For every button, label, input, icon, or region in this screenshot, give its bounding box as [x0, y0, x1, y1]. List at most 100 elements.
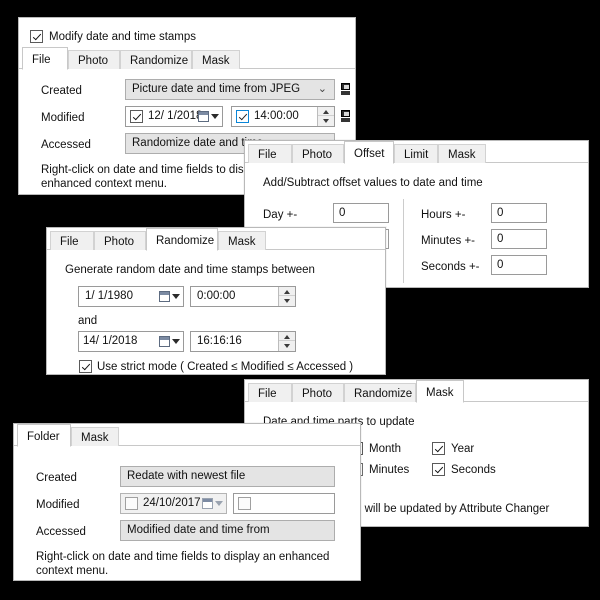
randomize-from-time-value: 0:00:00 — [197, 290, 236, 302]
calendar-icon[interactable] — [196, 107, 220, 126]
tab-photo[interactable]: Photo — [68, 50, 120, 69]
offset-day-input[interactable]: 0 — [333, 203, 389, 223]
tab-limit[interactable]: Limit — [394, 144, 438, 163]
folder-modified-time-field[interactable] — [233, 493, 335, 514]
offset-day-label: Day +- — [263, 209, 298, 221]
offset-panel-tabstrip: File Photo Offset Limit Mask — [245, 141, 588, 164]
folder-accessed-combo[interactable]: Modified date and time from — [120, 520, 335, 541]
tab-file[interactable]: File — [22, 47, 68, 70]
folder-modified-date-checkbox[interactable] — [125, 497, 138, 510]
mask-panel-tabstrip: File Photo Randomize Mask — [245, 380, 588, 403]
spinner-down-icon[interactable] — [279, 342, 295, 351]
randomize-from-time-field[interactable]: 0:00:00 — [190, 286, 296, 307]
mask-seconds-checkbox[interactable] — [432, 463, 445, 476]
mask-minutes-label: Minutes — [369, 464, 410, 476]
randomize-to-time-spinner[interactable] — [278, 332, 295, 351]
mask-month-label: Month — [369, 443, 401, 455]
offset-seconds-input[interactable]: 0 — [491, 255, 547, 275]
randomize-from-time-spinner[interactable] — [278, 287, 295, 306]
modified-time-checkbox[interactable] — [236, 110, 249, 123]
tab-offset[interactable]: Offset — [344, 141, 394, 164]
check-tick-icon — [81, 359, 92, 372]
randomize-from-date-value: 1/ 1/1980 — [85, 290, 133, 302]
folder-modified-date-field[interactable]: 24/10/2017 — [120, 493, 227, 514]
randomize-panel-tabstrip: File Photo Randomize Mask — [47, 228, 385, 251]
tab-file[interactable]: File — [248, 383, 292, 402]
tab-mask[interactable]: Mask — [192, 50, 240, 69]
tab-folder[interactable]: Folder — [17, 424, 71, 447]
tab-randomize[interactable]: Randomize — [344, 383, 416, 402]
tab-mask[interactable]: Mask — [416, 380, 464, 403]
tab-file[interactable]: File — [50, 231, 94, 250]
folder-created-combo[interactable]: Redate with newest file — [120, 466, 335, 487]
tab-mask[interactable]: Mask — [438, 144, 486, 163]
randomize-to-date-value: 14/ 1/2018 — [83, 335, 138, 347]
offset-column-divider — [403, 199, 404, 283]
mask-year-checkbox[interactable] — [432, 442, 445, 455]
accessed-label: Accessed — [41, 139, 91, 151]
folder-tab-body: Created Redate with newest file Modified… — [14, 446, 360, 580]
spinner-up-icon[interactable] — [279, 332, 295, 341]
offset-minutes-label: Minutes +- — [421, 235, 476, 247]
calendar-icon[interactable] — [157, 287, 181, 306]
check-tick-icon — [132, 109, 143, 122]
offset-hours-input[interactable]: 0 — [491, 203, 547, 223]
folder-panel-hint: Right-click on date and time fields to d… — [36, 551, 330, 577]
randomize-to-date-field[interactable]: 14/ 1/2018 — [78, 331, 184, 352]
spinner-down-icon[interactable] — [318, 117, 334, 126]
tab-randomize[interactable]: Randomize — [146, 228, 218, 251]
tab-photo[interactable]: Photo — [94, 231, 146, 250]
modify-date-time-checkbox[interactable] — [30, 30, 43, 43]
tab-randomize[interactable]: Randomize — [120, 50, 192, 69]
spinner-up-icon[interactable] — [318, 107, 334, 116]
tab-file[interactable]: File — [248, 144, 292, 163]
modified-label: Modified — [41, 112, 85, 124]
offset-hours-label: Hours +- — [421, 209, 466, 221]
mask-year-label: Year — [451, 443, 475, 455]
check-tick-icon — [434, 462, 445, 475]
offset-minutes-input[interactable]: 0 — [491, 229, 547, 249]
randomize-to-time-value: 16:16:16 — [197, 335, 242, 347]
strict-mode-label: Use strict mode ( Created ≤ Modified ≤ A… — [97, 361, 354, 373]
folder-accessed-label: Accessed — [36, 526, 86, 538]
check-tick-icon — [238, 109, 249, 122]
folder-modified-label: Modified — [36, 499, 80, 511]
randomize-to-time-field[interactable]: 16:16:16 — [190, 331, 296, 352]
calendar-icon[interactable] — [157, 332, 181, 351]
folder-accessed-combo-value: Modified date and time from — [127, 524, 270, 536]
folder-modified-time-checkbox[interactable] — [238, 497, 251, 510]
created-combo-value: Picture date and time from JPEG — [132, 83, 301, 95]
spinner-up-icon[interactable] — [279, 287, 295, 296]
modified-time-field[interactable]: 14:00:00 — [231, 106, 335, 127]
modified-save-disk-icon[interactable] — [341, 110, 350, 122]
randomize-tab-body: Generate random date and time stamps bet… — [47, 250, 385, 374]
folder-dialog-panel: Folder Mask Created Redate with newest f… — [13, 423, 361, 581]
calendar-icon[interactable] — [200, 494, 224, 513]
check-tick-icon — [434, 441, 445, 454]
spinner-down-icon[interactable] — [279, 297, 295, 306]
chevron-down-icon: ⌄ — [317, 83, 327, 95]
randomize-from-date-field[interactable]: 1/ 1/1980 — [78, 286, 184, 307]
created-label: Created — [41, 85, 82, 97]
created-combo[interactable]: Picture date and time from JPEG ⌄ — [125, 79, 335, 100]
offset-seconds-label: Seconds +- — [421, 261, 480, 273]
randomize-dialog-panel: File Photo Randomize Mask Generate rando… — [46, 227, 386, 375]
modified-date-value: 12/ 1/2018 — [148, 110, 203, 122]
modified-time-value: 14:00:00 — [254, 110, 299, 122]
folder-panel-tabstrip: Folder Mask — [14, 424, 360, 447]
modified-time-spinner[interactable] — [317, 107, 334, 126]
folder-created-label: Created — [36, 472, 77, 484]
file-panel-tabstrip: File Photo Randomize Mask — [19, 47, 355, 70]
tab-photo[interactable]: Photo — [292, 383, 344, 402]
modified-date-field[interactable]: 12/ 1/2018 — [125, 106, 223, 127]
tab-mask[interactable]: Mask — [218, 231, 266, 250]
strict-mode-checkbox[interactable] — [79, 360, 92, 373]
tab-mask[interactable]: Mask — [71, 427, 119, 446]
randomize-heading: Generate random date and time stamps bet… — [65, 264, 315, 276]
folder-created-combo-value: Redate with newest file — [127, 470, 246, 482]
tab-photo[interactable]: Photo — [292, 144, 344, 163]
modified-date-checkbox[interactable] — [130, 110, 143, 123]
modify-date-time-label: Modify date and time stamps — [49, 31, 197, 43]
created-save-disk-icon[interactable] — [341, 83, 350, 95]
mask-seconds-label: Seconds — [451, 464, 496, 476]
